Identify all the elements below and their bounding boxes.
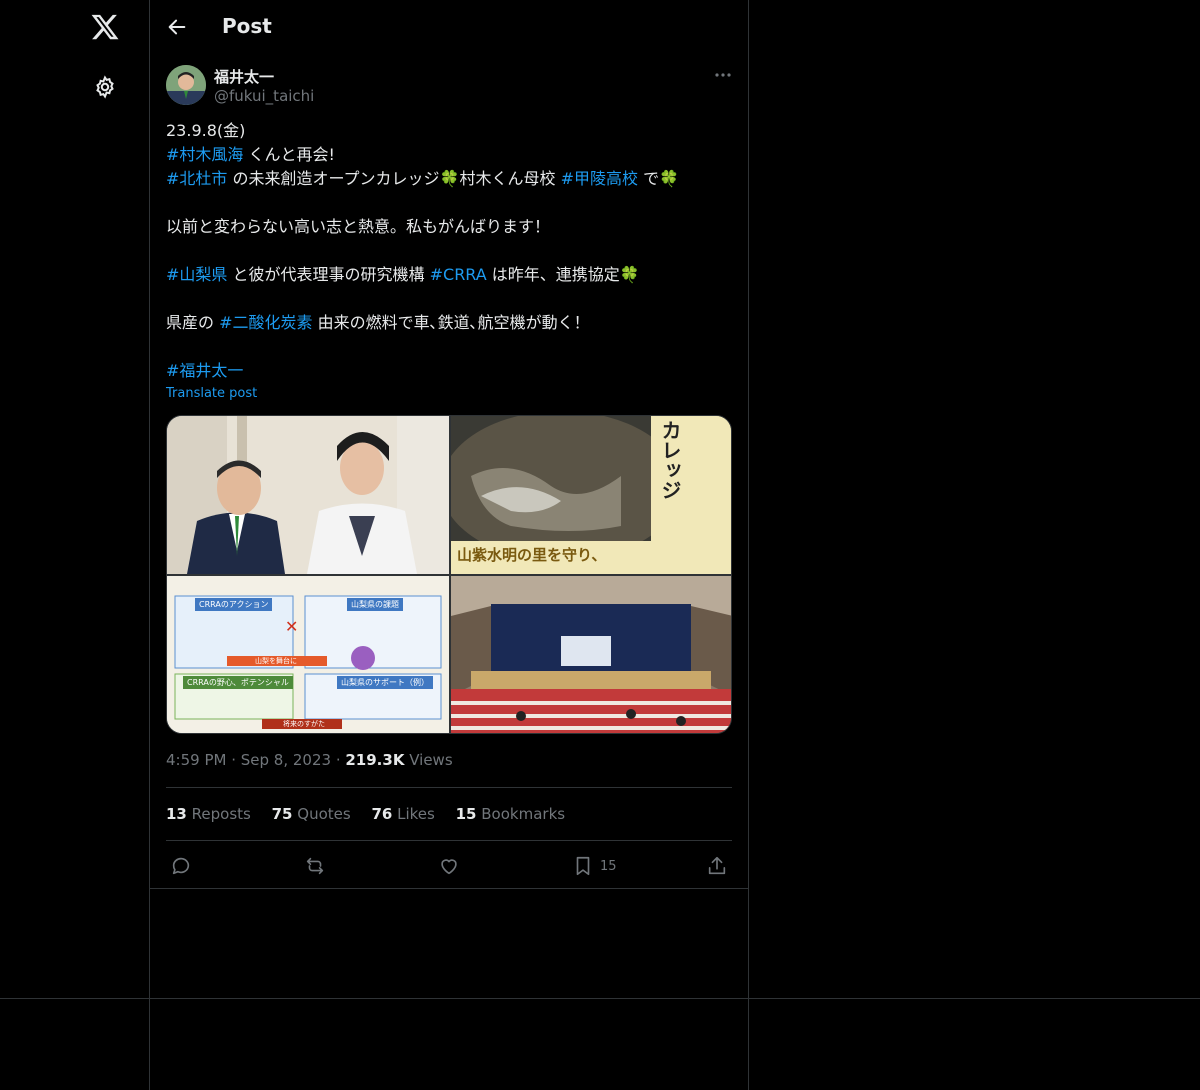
quotes-label: Quotes — [292, 805, 351, 823]
reply-icon — [172, 857, 190, 875]
media-photo-4[interactable] — [451, 576, 731, 733]
infographic-label: 山梨を舞台に — [255, 657, 297, 665]
likes-label: Likes — [392, 805, 435, 823]
more-icon[interactable] — [712, 66, 734, 84]
likes-stat[interactable]: 76 Likes — [371, 805, 434, 823]
clover-emoji: 🍀 — [619, 265, 640, 284]
media-grid: カレッジ 山紫水明の里を守り、 ✕ CRRAのアクション 山梨県の課題 山梨を舞… — [166, 415, 732, 734]
reposts-count: 13 — [166, 805, 187, 823]
bookmarks-count: 15 — [455, 805, 477, 823]
engagement-stats: 13 Reposts 75 Quotes 76 Likes 15 Bookmar… — [166, 805, 581, 823]
bookmark-count: 15 — [600, 858, 617, 874]
post-text-fragment: は昨年、連携協定 — [486, 265, 620, 284]
post-text: 23.9.8(金) #村木風海 くんと再会! #北杜市 の未来創造オープンカレッ… — [166, 119, 732, 383]
views-label: Views — [404, 751, 453, 769]
clover-emoji: 🍀 — [439, 169, 460, 188]
repost-button[interactable] — [304, 854, 326, 878]
author-display-name[interactable]: 福井太一 — [214, 66, 274, 87]
bookmark-button[interactable]: 15 — [572, 854, 617, 878]
left-sidebar — [0, 0, 150, 1090]
post-text-fragment: 村木くん母校 — [459, 169, 561, 188]
quotes-count: 75 — [271, 805, 293, 823]
infographic-label: 山梨県のサポート（例） — [337, 676, 433, 689]
hashtag-link[interactable]: #村木風海 — [166, 145, 243, 164]
divider — [150, 888, 748, 889]
post-text-fragment: 県産の — [166, 313, 220, 332]
bookmarks-label: Bookmarks — [476, 805, 566, 823]
post-text-fragment: で — [638, 169, 660, 188]
post-date[interactable]: Sep 8, 2023 — [241, 751, 331, 769]
page-title: Post — [222, 14, 272, 38]
hashtag-link[interactable]: #山梨県 — [166, 265, 227, 284]
hashtag-link[interactable]: #二酸化炭素 — [219, 313, 312, 332]
post-text-fragment: 以前と変わらない高い志と熱意。私もがんばります！ — [166, 217, 551, 236]
infographic-label: CRRAの野心、ポテンシャル — [183, 676, 293, 689]
author-handle[interactable]: @fukui_taichi — [214, 87, 314, 105]
hashtag-link[interactable]: #甲陵高校 — [561, 169, 638, 188]
like-button[interactable] — [438, 854, 460, 878]
reply-button[interactable] — [170, 854, 192, 878]
media-photo-2[interactable]: カレッジ 山紫水明の里を守り、 — [451, 416, 731, 574]
post-time[interactable]: 4:59 PM — [166, 751, 226, 769]
hashtag-link[interactable]: #CRRA — [430, 265, 487, 284]
hashtag-link[interactable]: #福井太一 — [166, 361, 243, 380]
infographic-label: CRRAのアクション — [195, 598, 273, 611]
post-header: Post — [150, 0, 748, 54]
back-arrow-icon[interactable] — [166, 16, 188, 38]
post-text-fragment: と彼が代表理事の研究機構 — [227, 265, 430, 284]
bookmark-icon — [576, 856, 590, 876]
translate-post-link[interactable]: Translate post — [166, 386, 257, 401]
avatar[interactable] — [166, 65, 206, 105]
infographic-label: 将来のすがた — [283, 720, 325, 728]
repost-icon — [306, 857, 324, 875]
hashtag-link[interactable]: #北杜市 — [166, 169, 227, 188]
post-meta: 4:59 PM · Sep 8, 2023 · 219.3K Views — [166, 751, 453, 769]
quotes-stat[interactable]: 75 Quotes — [272, 805, 351, 823]
share-button[interactable] — [706, 854, 728, 878]
views-count: 219.3K — [345, 751, 405, 769]
svg-text:✕: ✕ — [285, 617, 298, 636]
reposts-stat[interactable]: 13 Reposts — [166, 805, 251, 823]
post-text-fragment: の未来創造オープンカレッジ — [227, 169, 440, 188]
likes-count: 76 — [371, 805, 393, 823]
heart-icon — [441, 859, 457, 875]
gear-icon[interactable] — [93, 75, 117, 99]
post-text-fragment: くんと再会! — [243, 145, 335, 164]
poster-caption: 山紫水明の里を守り、 — [457, 546, 607, 564]
post-text-date: 23.9.8(金) — [166, 121, 246, 140]
divider — [166, 840, 732, 841]
post-text-fragment: 由来の燃料で車､鉄道､航空機が動く！ — [312, 313, 590, 332]
separator: · — [331, 751, 346, 769]
infographic-label: 山梨県の課題 — [347, 598, 403, 611]
main-column: Post 福井太一 @fukui_taichi 23.9.8(金) #村木風海 … — [150, 0, 749, 1090]
separator: · — [226, 751, 241, 769]
poster-side-text: カレッジ — [658, 420, 682, 500]
bookmarks-stat[interactable]: 15 Bookmarks — [456, 805, 565, 823]
media-photo-3[interactable]: ✕ CRRAのアクション 山梨県の課題 山梨を舞台に CRRAの野心、ポテンシャ… — [167, 576, 449, 733]
divider — [166, 787, 732, 788]
media-photo-1[interactable] — [167, 416, 449, 574]
share-icon — [708, 856, 726, 875]
reposts-label: Reposts — [186, 805, 251, 823]
action-bar: 15 — [150, 848, 748, 884]
clover-emoji: 🍀 — [659, 169, 680, 188]
x-logo-icon[interactable] — [90, 12, 120, 42]
